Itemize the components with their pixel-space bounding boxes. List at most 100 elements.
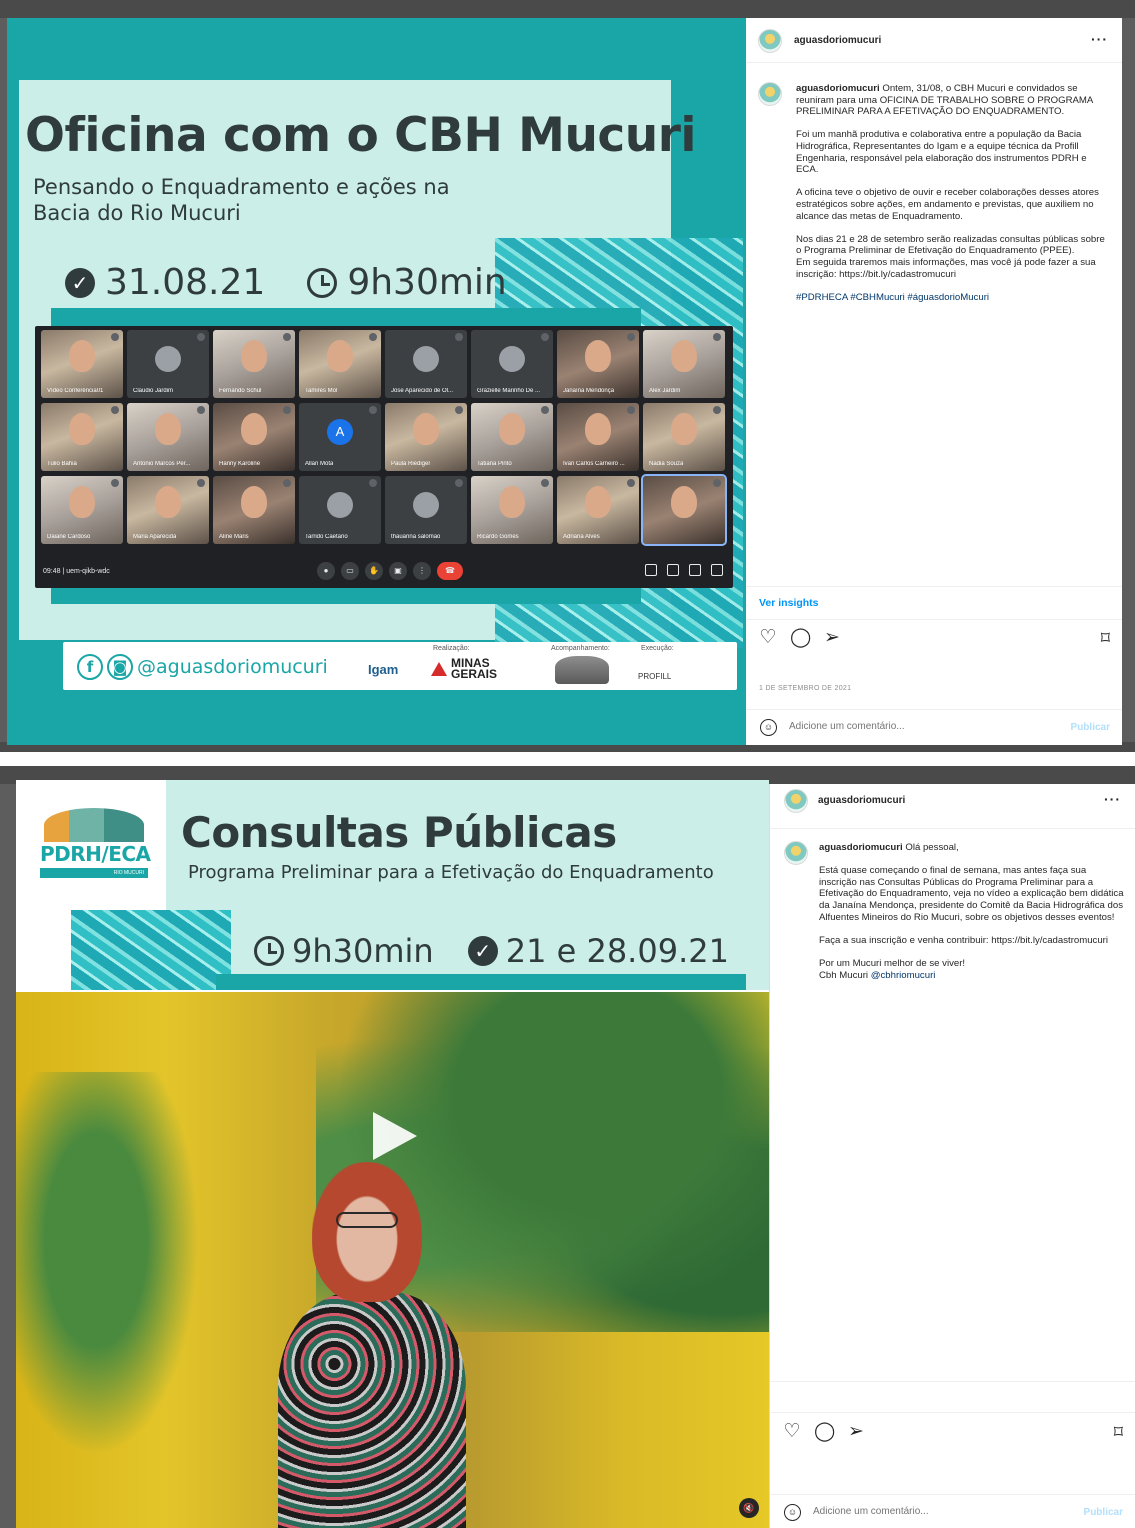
participant-video [241,340,267,372]
share-icon[interactable]: ➢ [846,1422,866,1442]
participant-name: Janaína Mendonça [563,388,615,394]
participant-video [69,486,95,518]
event-time: 9h30min [292,932,434,970]
like-icon[interactable]: ♡ [782,1422,802,1442]
participant-name: Daiane Cardoso [47,534,91,540]
publish-button[interactable]: Publicar [1084,1507,1123,1518]
caption-username[interactable]: aguasdoriomucuri [796,83,880,94]
more-options-icon[interactable]: ··· [1104,791,1121,807]
publish-button[interactable]: Publicar [1071,722,1110,733]
participant-name: Ricardo Gomes [477,534,519,540]
participant-name: Tulio Bahia [47,461,77,467]
label-execucao: Execução: [641,645,674,652]
comment-icon[interactable]: ◯ [814,1422,835,1442]
muted-mic-icon [713,333,721,341]
avatar[interactable] [784,789,808,813]
caption-avatar[interactable] [758,82,782,106]
participant-avatar [413,346,439,372]
meeting-side-icons [645,564,723,576]
share-icon[interactable]: ➢ [822,628,842,648]
participant-tile: Ricardo Gomes [471,476,553,544]
header-username[interactable]: aguasdoriomucuri [818,795,905,806]
muted-mic-icon [369,333,377,341]
comment-input[interactable] [789,721,1019,732]
participant-name: Maria Aparecida [133,534,177,540]
muted-mic-icon [283,479,291,487]
chat-icon [689,564,701,576]
participant-video [671,413,697,445]
profill-logo: PROFILL [638,672,672,681]
emoji-icon[interactable]: ☺ [760,719,777,736]
label-realizacao: Realização: [433,645,470,652]
muted-mic-icon [455,479,463,487]
mute-icon[interactable]: 🔇 [739,1498,759,1518]
play-icon[interactable] [373,1112,417,1160]
participant-tile: Tatiana Pinto [471,403,553,471]
minas-gerais-triangle-icon [431,662,447,676]
caption-text-4: Nos dias 21 e 28 de setembro serão reali… [796,233,1105,257]
more-options-icon[interactable]: ··· [1091,31,1108,47]
hand-icon: ✋ [365,562,383,580]
participant-tile: Adriana Alves [557,476,639,544]
participant-name: Antonio Marcos Per... [133,461,191,467]
participant-tile: Janaína Mendonça [557,330,639,398]
like-icon[interactable]: ♡ [758,628,778,648]
post2-video[interactable]: PDRH/ECA RIO MUCURI Consultas Públicas P… [16,780,769,1528]
divider [746,619,1122,620]
speaker-body [278,1292,466,1528]
video-subtitle: Programa Preliminar para a Efetivação do… [188,862,714,883]
label-acompanhamento: Acompanhamento: [551,645,610,652]
muted-mic-icon [369,479,377,487]
event-time-date: 9h30min ✓ 21 e 28.09.21 [254,932,729,970]
participant-tile: Maria Aparecida [127,476,209,544]
people-icon [667,564,679,576]
caption-username[interactable]: aguasdoriomucuri [819,842,903,853]
comment-input[interactable] [813,1506,1043,1517]
browser-strip [0,0,1135,18]
comment-icon[interactable]: ◯ [790,628,811,648]
participant-name: Allan Mota [305,461,334,467]
event-dates: 21 e 28.09.21 [505,932,729,970]
facebook-icon: f [77,654,103,680]
caption-avatar[interactable] [784,841,808,865]
participant-video [413,413,439,445]
participant-tile: Tarrido Caetano [299,476,381,544]
caption-mention[interactable]: @cbhriomucuri [871,970,936,981]
view-insights-link[interactable]: Ver insights [759,597,819,609]
emoji-icon[interactable]: ☺ [784,1504,801,1521]
post-caption: aguasdoriomucuri Ontem, 31/08, o CBH Muc… [796,83,1110,315]
participant-name: Grazielle Marinho De ... [477,388,541,394]
participant-video [671,340,697,372]
participant-name: Jose Aparecido de Ol... [391,388,454,394]
post-header: aguasdoriomucuri ··· [770,784,1135,829]
event-date-time: ✓ 31.08.21 9h30min [65,262,507,303]
participant-tile: Paula Riediger [385,403,467,471]
image-subtitle: Pensando o Enquadramento e ações na Baci… [33,175,450,225]
event-time: 9h30min [347,262,507,303]
muted-mic-icon [627,333,635,341]
speaker-glasses [336,1212,398,1228]
avatar[interactable] [758,29,782,53]
participant-name: Claudio Jardim [133,388,174,394]
participant-video [155,486,181,518]
post1-image[interactable]: Oficina com o CBH Mucuri Pensando o Enqu… [7,18,746,745]
participant-avatar [155,346,181,372]
caption-hashtags[interactable]: #PDRHECA #CBHMucuri #águasdorioMucuri [796,292,1110,304]
video-title: Consultas Públicas [181,808,617,857]
video-meeting-screenshot: Vídeo Conferência01 Claudio Jardim Fernand… [35,326,733,588]
save-icon[interactable]: ⌑ [1101,628,1110,649]
meeting-controls: ● ▭ ✋ ▣ ⋮ ☎ [317,562,463,580]
muted-mic-icon [541,406,549,414]
participant-tile: Vídeo Conferência01 [41,330,123,398]
caption-text-3b: Cbh Mucuri [819,969,869,981]
caption-text-2: Faça a sua inscrição e venha contribuir:… [819,934,1109,946]
muted-mic-icon [455,406,463,414]
participant-tile: thauanna salomao [385,476,467,544]
igam-logo: Igam [368,662,399,677]
minas-gerais-text: MINAS GERAIS [451,656,498,681]
post-date: 1 DE SETEMBRO DE 2021 [759,685,852,692]
header-username[interactable]: aguasdoriomucuri [794,35,881,46]
video-frame[interactable]: 🔇 [16,992,769,1528]
info-icon [645,564,657,576]
save-icon[interactable]: ⌑ [1114,1422,1123,1443]
